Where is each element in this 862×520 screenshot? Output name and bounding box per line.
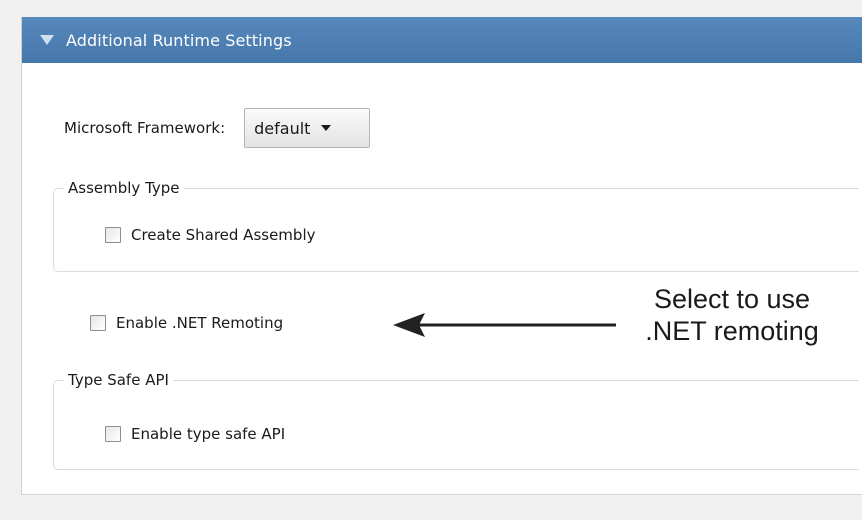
chevron-down-icon: [321, 125, 332, 131]
assembly-type-legend: Assembly Type: [64, 178, 184, 198]
annotation-line-1: Select to use: [653, 284, 811, 314]
enable-type-safe-row[interactable]: Enable type safe API: [105, 425, 285, 443]
create-shared-assembly-label: Create Shared Assembly: [131, 226, 316, 244]
annotation-callout: Select to use .NET remoting: [614, 283, 850, 347]
framework-label: Microsoft Framework:: [64, 119, 226, 137]
enable-remoting-row[interactable]: Enable .NET Remoting: [90, 314, 283, 332]
type-safe-api-legend: Type Safe API: [64, 370, 173, 390]
create-shared-assembly-row[interactable]: Create Shared Assembly: [105, 226, 315, 244]
framework-select-value: default: [254, 118, 311, 138]
panel-header[interactable]: Additional Runtime Settings: [22, 17, 862, 63]
triangle-down-icon[interactable]: [40, 34, 54, 46]
left-arrow-icon: [393, 313, 616, 337]
enable-type-safe-label: Enable type safe API: [131, 425, 286, 443]
enable-remoting-checkbox[interactable]: [90, 315, 106, 331]
framework-select[interactable]: default: [244, 108, 371, 148]
annotation-line-2: .NET remoting: [645, 316, 819, 346]
enable-remoting-label: Enable .NET Remoting: [116, 314, 284, 332]
panel-title: Additional Runtime Settings: [66, 30, 292, 50]
create-shared-assembly-checkbox[interactable]: [105, 227, 121, 243]
enable-type-safe-checkbox[interactable]: [105, 426, 121, 442]
framework-row: Microsoft Framework: default: [64, 108, 371, 148]
